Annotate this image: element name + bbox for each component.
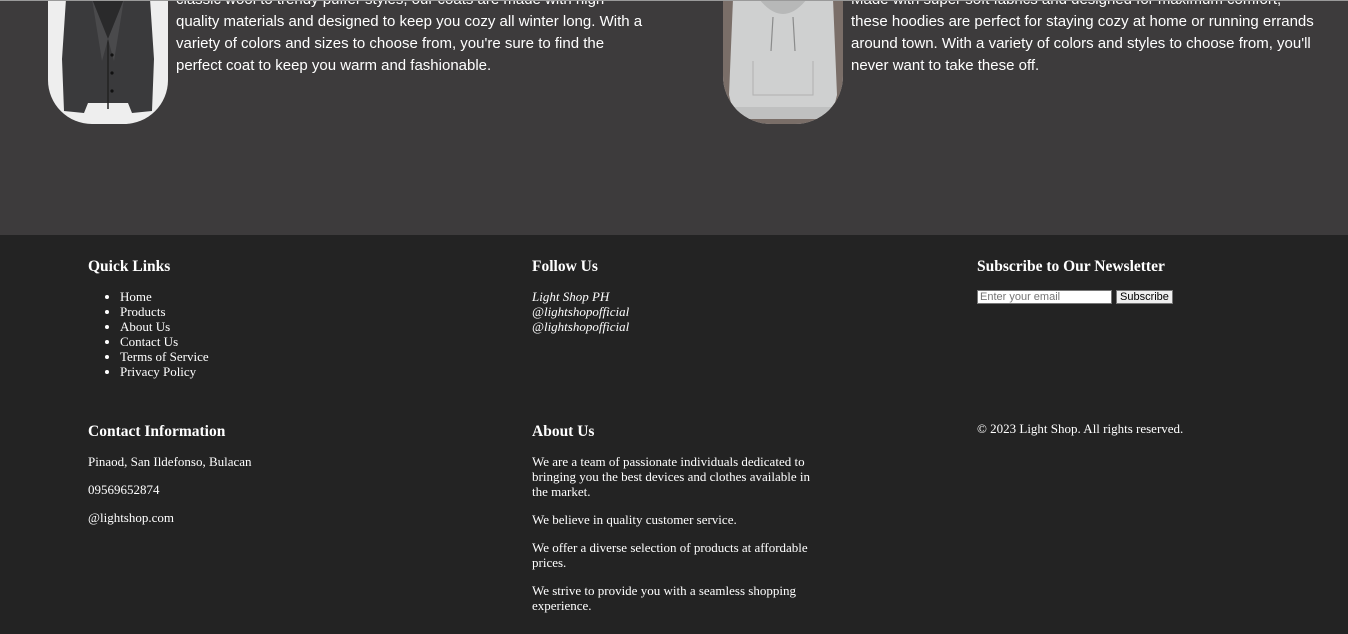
social-link-facebook[interactable]: Light Shop PH	[532, 289, 629, 304]
quick-link-products[interactable]: Products	[120, 304, 209, 319]
quick-link-terms[interactable]: Terms of Service	[120, 349, 209, 364]
about-title: About Us	[532, 423, 595, 440]
subscribe-button[interactable]: Subscribe	[1116, 290, 1173, 304]
social-link-twitter[interactable]: @lightshopofficial	[532, 319, 629, 334]
quick-link-about[interactable]: About Us	[120, 319, 209, 334]
hoodie-description: Made with super soft fabrics and designe…	[851, 1, 1314, 74]
about-paragraph: We believe in quality customer service.	[532, 512, 737, 527]
about-paragraph: We strive to provide you with a seamless…	[532, 583, 796, 613]
quick-links-title: Quick Links	[88, 258, 171, 275]
follow-us-section: Follow Us Light Shop PH @lightshopoffici…	[532, 258, 629, 334]
email-input[interactable]	[977, 290, 1112, 304]
copyright-text: © 2023 Light Shop. All rights reserved.	[977, 421, 1184, 436]
quick-link-privacy[interactable]: Privacy Policy	[120, 364, 209, 379]
copyright-section: © 2023 Light Shop. All rights reserved.	[977, 421, 1183, 436]
coat-image[interactable]	[48, 1, 168, 124]
about-paragraph: We offer a diverse selection of products…	[532, 540, 808, 570]
newsletter-title: Subscribe to Our Newsletter	[977, 258, 1165, 275]
quick-links-section: Quick Links Home Products About Us Conta…	[88, 258, 209, 379]
contact-handle: @lightshop.com	[88, 510, 174, 525]
site-footer: Quick Links Home Products About Us Conta…	[0, 235, 1348, 634]
hoodie-image[interactable]	[723, 1, 843, 124]
newsletter-section: Subscribe to Our Newsletter Subscribe	[977, 258, 1173, 304]
about-paragraph: We are a team of passionate individuals …	[532, 454, 810, 499]
newsletter-form: Subscribe	[977, 290, 1173, 304]
contact-address: Pinaod, San Ildefonso, Bulacan	[88, 454, 252, 469]
social-links: Light Shop PH @lightshopofficial @lights…	[532, 289, 629, 334]
quick-links-list: Home Products About Us Contact Us Terms …	[88, 289, 209, 379]
follow-us-title: Follow Us	[532, 258, 598, 275]
contact-section: Contact Information Pinaod, San Ildefons…	[88, 423, 252, 525]
social-link-instagram[interactable]: @lightshopofficial	[532, 304, 629, 319]
coat-description: classic wool to trendy puffer styles, ou…	[176, 1, 643, 74]
about-section: About Us We are a team of passionate ind…	[532, 423, 817, 613]
products-section: classic wool to trendy puffer styles, ou…	[0, 0, 1348, 235]
quick-link-contact[interactable]: Contact Us	[120, 334, 209, 349]
contact-title: Contact Information	[88, 423, 226, 440]
quick-link-home[interactable]: Home	[120, 289, 209, 304]
contact-phone: 09569652874	[88, 482, 160, 497]
